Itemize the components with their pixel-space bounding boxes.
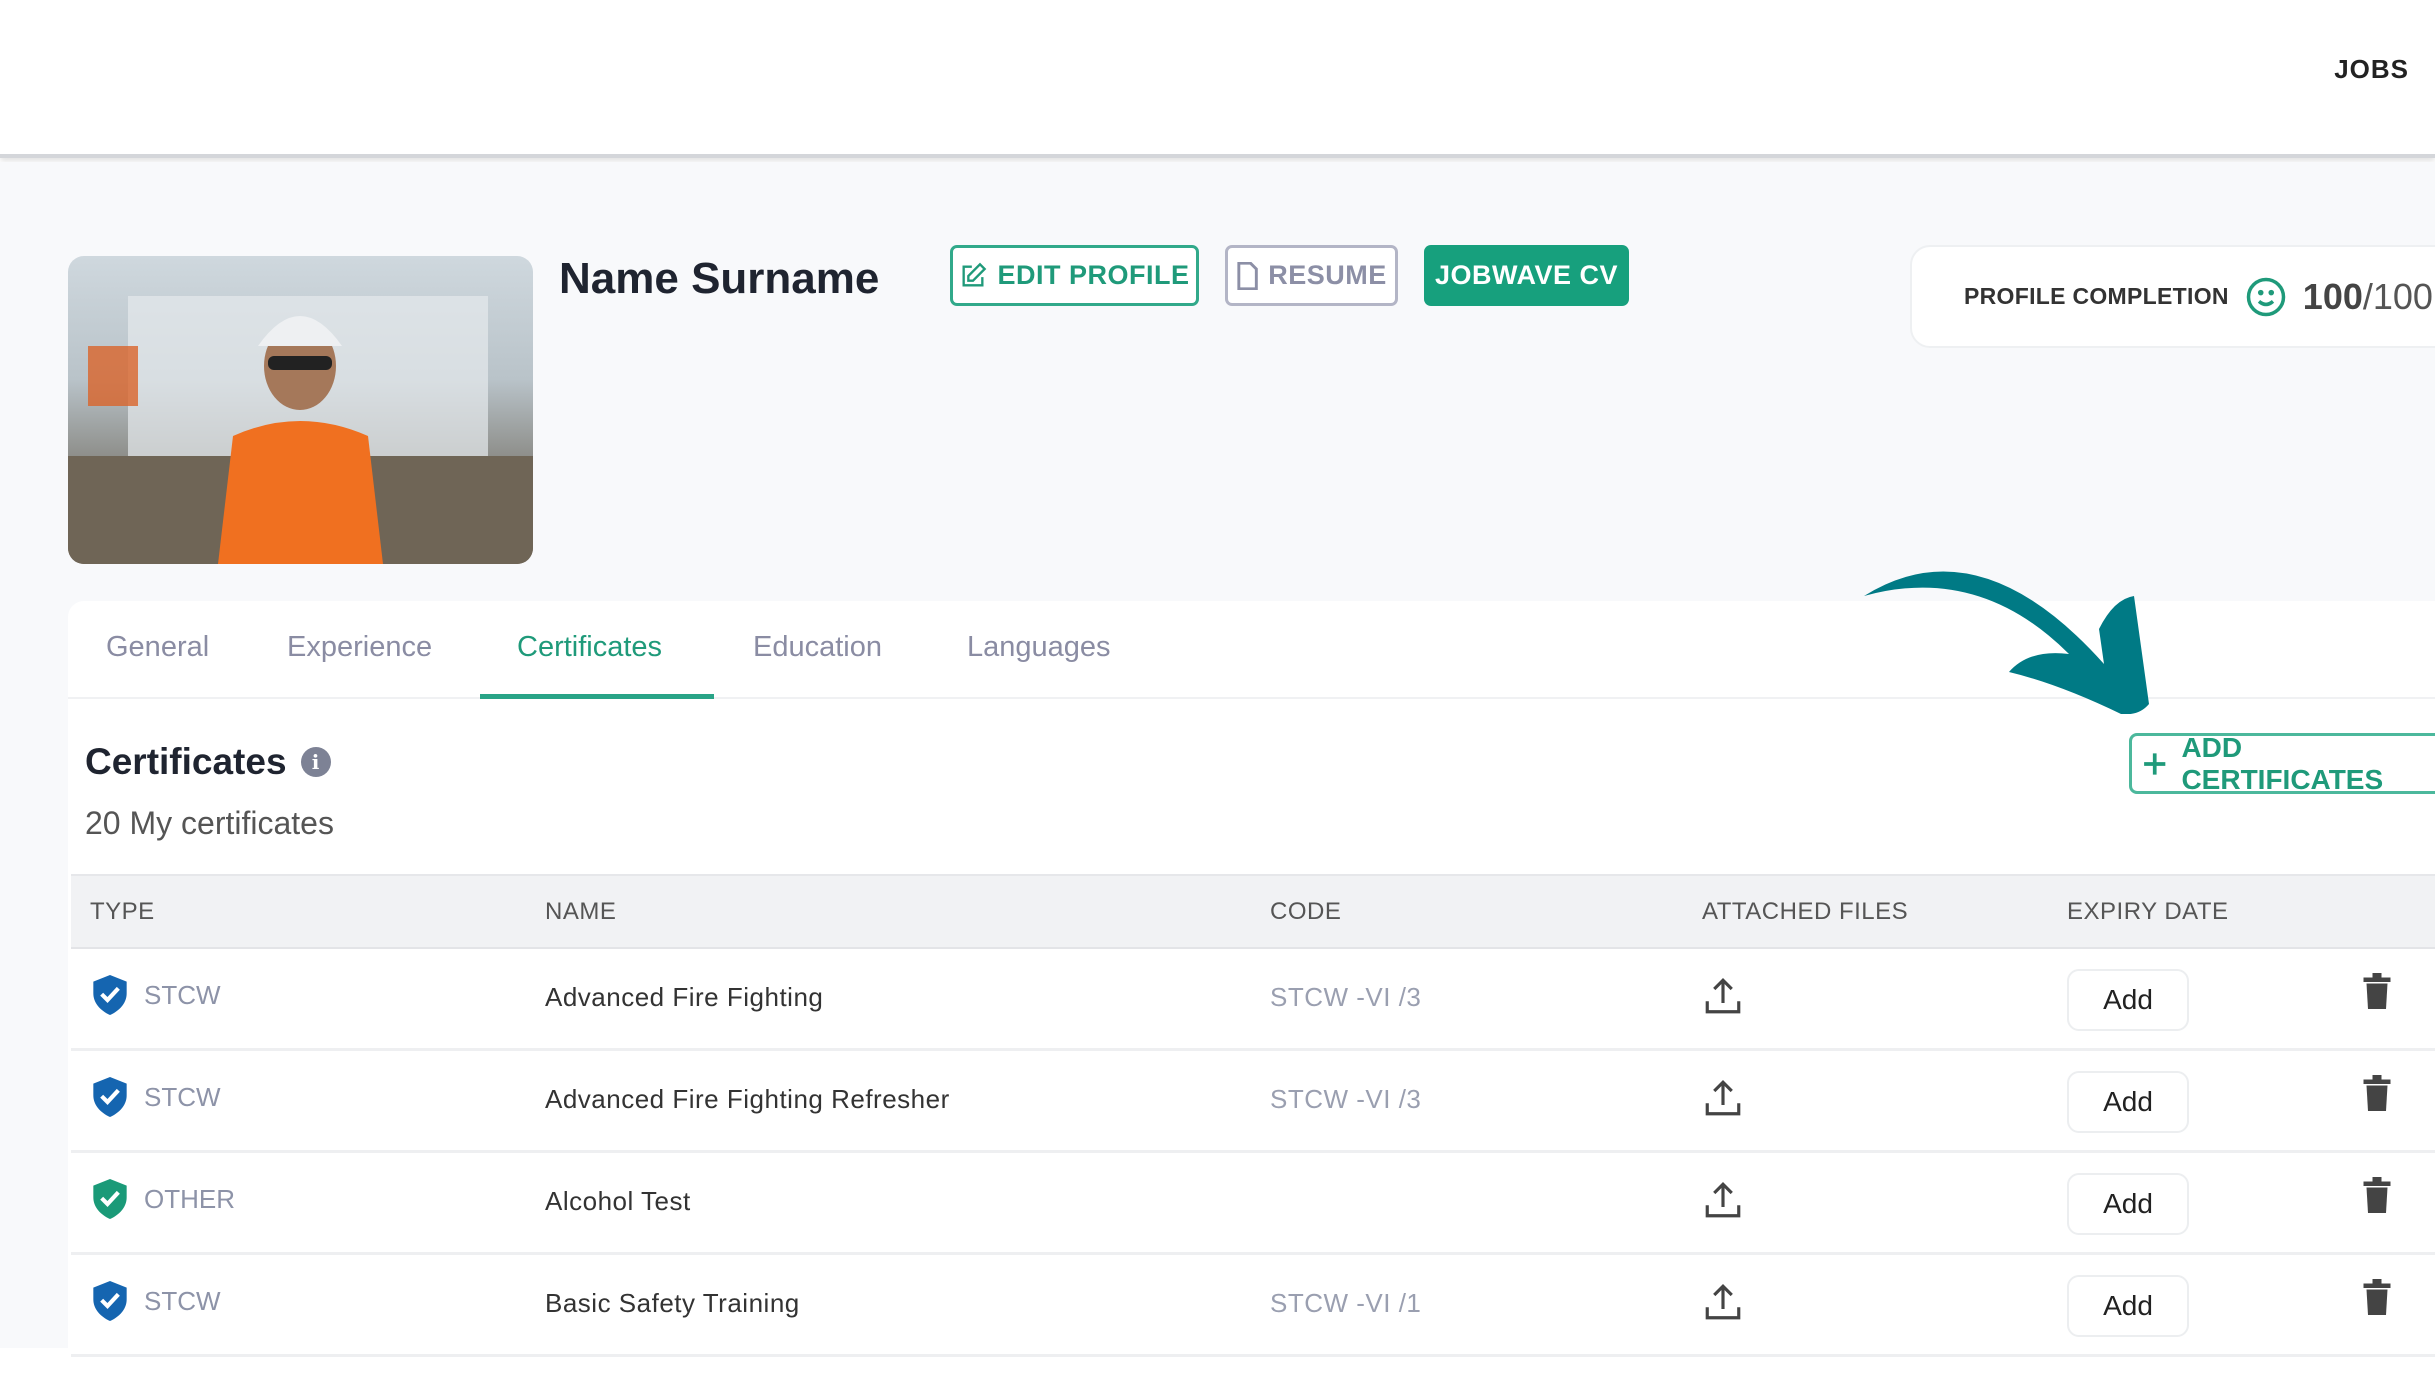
arrow-annotation-icon [1864,571,2149,714]
tab-general[interactable]: General [106,631,209,664]
add-expiry-button[interactable]: Add [2067,1173,2189,1235]
shield-check-icon [93,975,127,1015]
add-certificates-button[interactable]: ADD CERTIFICATES [2129,731,2435,795]
type-label: STCW [144,1285,221,1316]
add-certificates-label: ADD CERTIFICATES [2181,731,2384,795]
document-icon [1237,261,1259,290]
tab-certificates[interactable]: Certificates [517,631,662,664]
profile-name: Name Surname [559,254,880,303]
upload-icon[interactable] [1702,975,1744,1024]
upload-icon[interactable] [1702,1179,1744,1228]
add-expiry-button[interactable]: Add [2067,969,2189,1031]
tab-experience[interactable]: Experience [287,631,432,664]
edit-profile-label: EDIT PROFILE [997,260,1190,290]
nav-jobs-link[interactable]: JOBS [2334,54,2409,85]
resume-button[interactable]: RESUME [1225,245,1398,306]
table-row: STCW Advanced Fire Fighting Refresher ST… [71,1051,2435,1153]
tab-languages[interactable]: Languages [967,631,1111,664]
shield-check-icon [93,1179,127,1219]
smiley-icon [2246,277,2286,316]
certificate-code: STCW -VI /3 [1270,1084,1422,1114]
completion-label: PROFILE COMPLETION [1964,283,2229,309]
jobwave-cv-button[interactable]: JOBWAVE CV [1424,245,1629,306]
table-header: TYPE NAME CODE ATTACHED FILES EXPIRY DAT… [71,874,2435,949]
certificate-name: Advanced Fire Fighting Refresher [545,1084,950,1114]
info-icon[interactable]: i [300,747,331,777]
upload-icon[interactable] [1702,1281,1744,1330]
table-row: STCW Basic Safety Training STCW -VI /1 A… [71,1255,2435,1357]
edit-icon [962,262,987,286]
trash-icon[interactable] [2362,1075,2392,1118]
shield-check-icon [93,1077,127,1117]
type-cell: STCW [90,1279,221,1323]
trash-icon[interactable] [2362,1279,2392,1322]
add-expiry-button[interactable]: Add [2067,1275,2189,1337]
type-cell: STCW [90,973,221,1017]
type-cell: OTHER [90,1177,235,1221]
section-title: Certificates i [85,741,331,783]
certificate-name: Alcohol Test [545,1186,691,1216]
section-title-text: Certificates [85,741,287,782]
table-row: STCW Advanced Fire Fighting STCW -VI /3 … [71,949,2435,1051]
tab-education[interactable]: Education [753,631,882,664]
top-nav: JOBS [0,0,2435,158]
profile-photo [68,256,533,564]
table-row: OTHER Alcohol Test Add [71,1153,2435,1255]
plus-icon [2144,752,2166,775]
col-expiry-date: EXPIRY DATE [2067,898,2229,925]
upload-icon[interactable] [1702,1077,1744,1126]
type-label: STCW [144,979,221,1010]
certificate-code: STCW -VI /1 [1270,1288,1422,1318]
trash-icon[interactable] [2362,1177,2392,1220]
col-name: NAME [545,898,617,925]
col-type: TYPE [90,898,155,925]
type-label: STCW [144,1081,221,1112]
edit-profile-button[interactable]: EDIT PROFILE [950,245,1199,306]
add-expiry-button[interactable]: Add [2067,1071,2189,1133]
certificates-table: TYPE NAME CODE ATTACHED FILES EXPIRY DAT… [71,874,2435,1357]
completion-score: 100/100 [2302,275,2433,317]
certificate-name: Basic Safety Training [545,1288,800,1318]
shield-check-icon [93,1281,127,1321]
resume-label: RESUME [1268,260,1387,290]
active-tab-underline [480,694,714,699]
certificate-name: Advanced Fire Fighting [545,982,824,1012]
trash-icon[interactable] [2362,973,2392,1016]
type-cell: STCW [90,1075,221,1119]
profile-completion-card: PROFILE COMPLETION 100/100 [1910,245,2435,348]
certificates-count: 20 My certificates [85,805,334,841]
col-attached-files: ATTACHED FILES [1702,898,1909,925]
col-code: CODE [1270,898,1342,925]
type-label: OTHER [144,1183,235,1214]
certificate-code: STCW -VI /3 [1270,982,1422,1012]
